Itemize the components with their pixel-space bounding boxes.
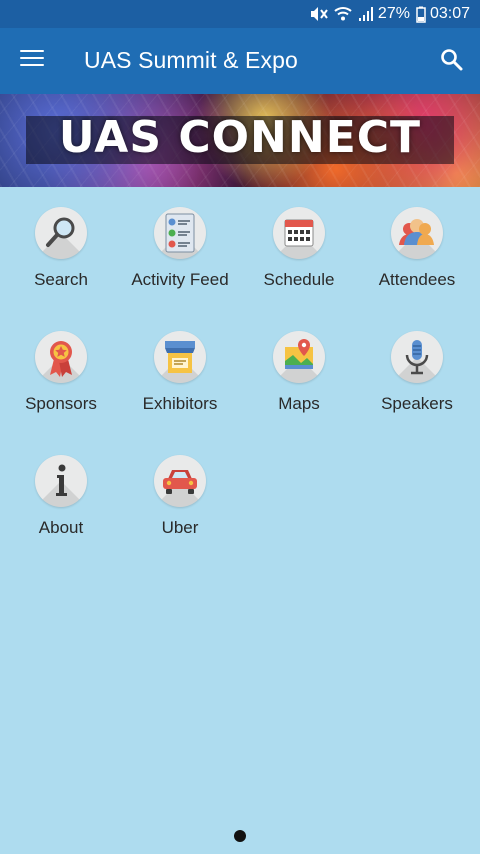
- tile-speakers[interactable]: Speakers: [357, 311, 477, 421]
- wifi-icon: [334, 6, 352, 22]
- tile-label: Uber: [161, 518, 199, 537]
- status-bar: 27% 03:07: [0, 0, 480, 28]
- battery-icon: [416, 6, 426, 23]
- tile-sponsors[interactable]: Sponsors: [1, 311, 121, 421]
- map-pin-icon: [273, 331, 325, 383]
- tile-attendees[interactable]: Attendees: [357, 187, 477, 297]
- booth-icon: [154, 331, 206, 383]
- tile-maps[interactable]: Maps: [239, 311, 359, 421]
- app-title: UAS Summit & Expo: [84, 47, 298, 73]
- tile-label: Attendees: [378, 270, 456, 289]
- microphone-icon: [391, 331, 443, 383]
- calendar-icon: [273, 207, 325, 259]
- tile-about[interactable]: About: [1, 435, 121, 545]
- battery-percentage: 27%: [377, 5, 410, 22]
- app-bar: UAS Summit & Expo: [0, 28, 480, 94]
- award-ribbon-icon: [35, 331, 87, 383]
- tile-exhibitors[interactable]: Exhibitors: [120, 311, 240, 421]
- activity-feed-icon: [154, 207, 206, 259]
- clock: 03:07: [429, 5, 470, 22]
- signal-icon: [358, 6, 374, 22]
- event-banner: UAS CONNECT: [0, 94, 480, 187]
- search-icon[interactable]: [438, 46, 466, 74]
- tile-uber[interactable]: Uber: [120, 435, 240, 545]
- tile-schedule[interactable]: Schedule: [239, 187, 359, 297]
- banner-title: UAS CONNECT: [58, 112, 422, 163]
- tile-label: Speakers: [381, 394, 453, 413]
- page-indicator-dot: [234, 830, 246, 842]
- tile-activity-feed[interactable]: Activity Feed: [120, 187, 240, 297]
- hamburger-menu-icon[interactable]: [20, 50, 44, 70]
- info-icon: [35, 455, 87, 507]
- mute-icon: [310, 6, 328, 22]
- attendees-icon: [391, 207, 443, 259]
- search-icon: [35, 207, 87, 259]
- car-icon: [154, 455, 206, 507]
- tile-search[interactable]: Search: [1, 187, 121, 297]
